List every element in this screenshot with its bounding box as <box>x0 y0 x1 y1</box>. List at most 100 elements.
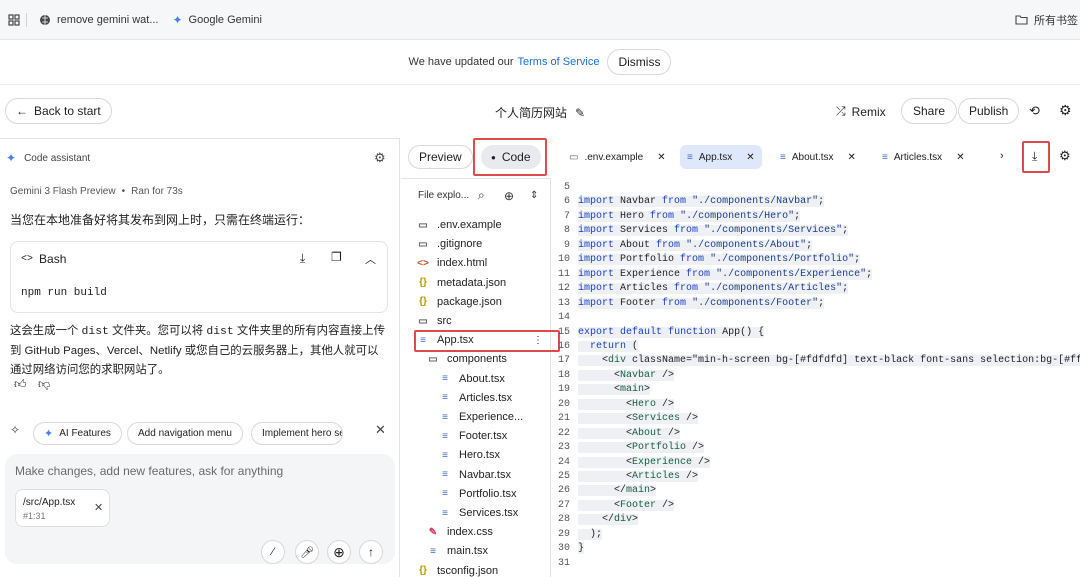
magic-wand-icon[interactable]: ⁄ <box>261 540 285 564</box>
share-button[interactable]: Share <box>901 98 958 124</box>
chip-add-navigation-menu[interactable]: Add navigation menu <box>127 422 243 445</box>
assistant-settings-icon[interactable]: ⚙ <box>374 150 386 166</box>
file-tree-item[interactable]: ≡ Experience... <box>439 411 523 423</box>
file-tree-item[interactable]: <> index.html <box>417 257 487 269</box>
chevron-right-icon[interactable]: › <box>1000 150 1004 162</box>
bookmark-label: remove gemini wat... <box>57 13 159 26</box>
add-file-icon[interactable]: ⊕ <box>504 189 514 203</box>
line-number: 5 <box>563 182 570 193</box>
line-number: 24 <box>557 456 570 468</box>
tab-about-tsx[interactable]: ≡ About.tsx ✕ <box>780 146 856 168</box>
bookmark-google-gemini[interactable]: ✦ Google Gemini <box>172 13 261 27</box>
close-tab-icon[interactable]: ✕ <box>657 152 665 163</box>
close-tab-icon[interactable]: ✕ <box>956 152 964 163</box>
folder-label: 所有书签 <box>1034 14 1078 27</box>
message-text: 这会生成一个 <box>10 325 79 337</box>
close-tab-icon[interactable]: ✕ <box>848 152 856 163</box>
file-tree-item[interactable]: {} tsconfig.json <box>417 565 498 577</box>
file-tree-item[interactable]: ▭ components <box>427 353 507 365</box>
prompt-input[interactable]: Make changes, add new features, ask for … <box>15 464 385 478</box>
chevron-up-icon[interactable]: ︿ <box>365 251 376 267</box>
bookmark-remove-gemini[interactable]: remove gemini wat... <box>39 14 158 26</box>
code-line: <main> <box>578 384 651 396</box>
search-icon[interactable]: ⌕ <box>478 188 485 203</box>
chip-implement-hero[interactable]: Implement hero se <box>251 422 343 445</box>
publish-button[interactable]: Publish <box>958 98 1020 124</box>
settings-icon[interactable]: ⚙ <box>1059 102 1072 119</box>
attached-file-chip[interactable]: /src/App.tsx #1:31 ✕ <box>15 489 110 527</box>
bookmarks-bar: remove gemini wat... ✦ Google Gemini 所有书… <box>0 0 1080 40</box>
add-icon[interactable]: ⊕ <box>327 540 351 564</box>
tab-articles-tsx[interactable]: ≡ Articles.tsx ✕ <box>882 146 965 168</box>
bookmark-label: Google Gemini <box>188 13 262 26</box>
file-tree-item[interactable]: ▭ .gitignore <box>417 238 482 250</box>
json-file-icon: {} <box>419 277 427 289</box>
remove-attachment-icon[interactable]: ✕ <box>94 501 103 514</box>
file-tree-item[interactable]: ≡ About.tsx <box>439 373 505 385</box>
remix-icon: ⤮ <box>836 104 846 118</box>
line-number: 26 <box>557 485 570 497</box>
tsx-file-icon: ≡ <box>442 488 448 500</box>
file-tree-item[interactable]: ≡ Navbar.tsx <box>439 469 511 481</box>
line-number: 17 <box>557 355 570 367</box>
assistant-message-1: 当您在本地准备好将其发布到网上时，只需在终端运行： <box>10 213 311 227</box>
all-bookmarks-folder[interactable]: 所有书签 <box>1015 12 1078 28</box>
sparkle-wand-icon[interactable]: ✧ <box>10 423 20 437</box>
chip-label: Add navigation menu <box>138 428 232 439</box>
tsx-file-icon: ≡ <box>687 151 693 163</box>
close-icon[interactable]: ✕ <box>375 422 386 438</box>
code-line: <Experience /> <box>578 456 711 468</box>
arrow-left-icon: ← <box>16 104 28 118</box>
pencil-icon[interactable]: ✎ <box>575 106 585 120</box>
code-line: import Portfolio from "./components/Port… <box>578 254 861 266</box>
file-tree-item[interactable]: ≡ Footer.tsx <box>439 430 507 442</box>
microphone-icon[interactable]: 🎤︎ <box>295 540 319 564</box>
close-tab-icon[interactable]: ✕ <box>746 152 754 163</box>
back-to-start-button[interactable]: ← Back to start <box>5 98 112 124</box>
remix-button[interactable]: ⤮ Remix <box>836 104 886 119</box>
file-tree-label: .env.example <box>437 219 502 231</box>
apps-grid-icon[interactable] <box>8 13 20 26</box>
file-tree-label: tsconfig.json <box>437 564 499 577</box>
file-tree-label: .gitignore <box>437 238 483 251</box>
thumbs-down-icon[interactable]: 👎︎ <box>38 377 50 392</box>
terms-link[interactable]: Terms of Service <box>518 56 600 68</box>
line-number: 10 <box>557 254 570 266</box>
collapse-icon[interactable]: ⇕ <box>530 190 538 201</box>
bash-command: npm run build <box>21 287 107 299</box>
code-line: <About /> <box>578 427 681 439</box>
line-number: 21 <box>557 413 570 425</box>
file-tree-item[interactable]: ≡ Hero.tsx <box>439 449 500 461</box>
explorer-header: File explo... ⌕ ⊕ ⇕ <box>418 188 548 203</box>
code-line: </main> <box>578 485 657 497</box>
tab-app-tsx[interactable]: ≡ App.tsx ✕ <box>680 145 762 169</box>
file-tree-item[interactable]: ✎ index.css <box>427 526 493 538</box>
file-tree-item[interactable]: {} package.json <box>417 296 502 308</box>
file-tree-item[interactable]: ▭ src <box>417 315 451 327</box>
line-number: 18 <box>557 369 570 381</box>
code-editor[interactable]: 5 6 import Navbar from "./components/Navba… <box>552 178 1080 577</box>
download-icon[interactable]: ⤓ <box>300 251 305 266</box>
history-icon[interactable]: ⟲ <box>1029 103 1040 119</box>
editor-settings-icon[interactable]: ⚙ <box>1059 148 1071 164</box>
file-tree-item[interactable]: ≡ Articles.tsx <box>439 392 512 404</box>
dismiss-button[interactable]: Dismiss <box>607 49 672 75</box>
code-line: } <box>578 543 585 555</box>
copy-icon[interactable]: ❐ <box>331 250 342 264</box>
code-line: export default function App() { <box>578 326 765 338</box>
thumbs-up-icon[interactable]: 👍︎ <box>14 377 27 392</box>
tab-env-example[interactable]: ▭ .env.example ✕ <box>569 146 666 168</box>
chip-ai-features[interactable]: ✦ AI Features <box>33 422 122 445</box>
send-arrow-icon[interactable]: ↑ <box>359 540 383 564</box>
tsx-file-icon: ≡ <box>882 151 888 163</box>
html-file-icon: <> <box>417 257 429 269</box>
file-tree-item[interactable]: ≡ Services.tsx <box>439 507 518 519</box>
preview-tab[interactable]: Preview <box>408 145 473 169</box>
file-tree-item[interactable]: ▭ .env.example <box>417 219 502 231</box>
explorer-title: File explo... <box>418 190 470 201</box>
file-tree-item[interactable]: ≡ Portfolio.tsx <box>439 488 516 500</box>
file-tree-item[interactable]: ≡ main.tsx <box>427 545 488 557</box>
message-2-line-3: 通过网络访问您的求职网站了。 <box>10 364 170 376</box>
line-number: 22 <box>557 427 570 439</box>
file-tree-item[interactable]: {} metadata.json <box>417 277 506 289</box>
